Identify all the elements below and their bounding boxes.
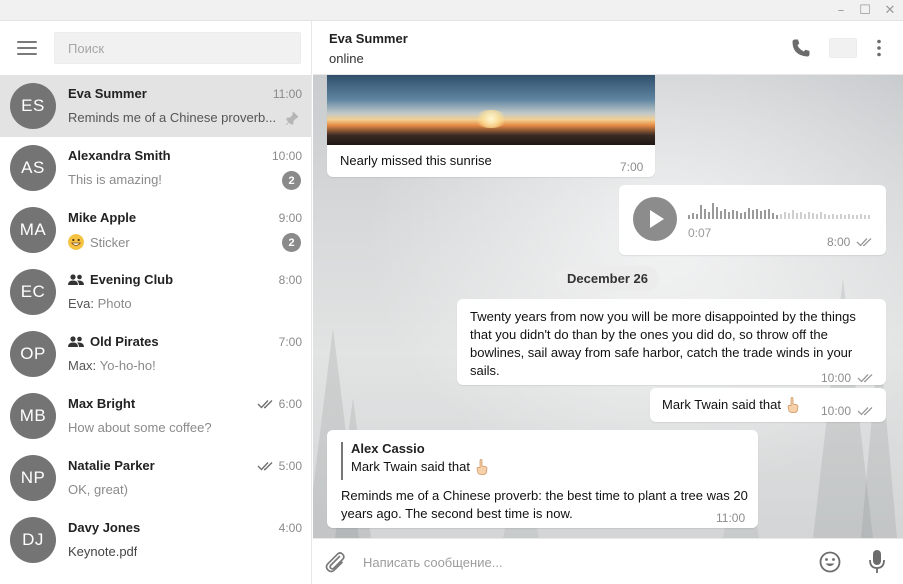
unread-badge: 2 [282,233,301,252]
minimize-button[interactable]: – [828,0,854,21]
chat-time: 4:00 [278,521,302,535]
reply-bar [341,442,343,480]
title-bar: – ☐ ✕ [0,0,903,21]
chat-time: 11:00 [272,87,302,101]
chat-name: Eva Summer [68,86,147,101]
play-button[interactable] [633,197,677,241]
pin-icon [286,112,298,125]
waveform[interactable] [688,201,878,221]
date-separator: December 26 [556,266,659,291]
grinning-face-icon [68,234,84,250]
chat-time: 10:00 [271,149,302,163]
chat-preview: How about some coffee? [68,420,212,435]
photo-message[interactable]: Nearly missed this sunrise 7:00 [327,75,655,177]
chat-name: Max Bright [68,396,136,411]
chat-preview: OK, great) [68,482,128,497]
maximize-button[interactable]: ☐ [852,0,878,21]
chat-list-item[interactable]: MA Mike Apple 9:00 Sticker 2 [0,199,311,261]
message-text: Twenty years from now you will be more d… [470,309,856,378]
conversation-header: Eva Summer online [313,21,903,75]
avatar: NP [10,455,56,501]
peer-name[interactable]: Eva Summer [329,31,408,46]
group-icon [68,273,84,285]
conversation-panel: Eva Summer online Nearly missed this sun… [313,21,903,584]
smile-icon[interactable] [819,551,841,573]
chat-time: 8:00 [278,273,302,287]
message-time: 10:00 [821,402,875,420]
message-text: Mark Twain said that [662,396,799,414]
avatar: OP [10,331,56,377]
chat-preview: This is amazing! [68,172,162,187]
double-check-icon [856,238,872,247]
message-text: Reminds me of a Chinese proverb: the bes… [341,488,748,521]
message-time: 11:00 [716,511,746,525]
hamburger-icon[interactable] [17,41,37,55]
avatar: DJ [10,517,56,563]
avatar: MB [10,393,56,439]
message-time: 10:00 [821,369,875,387]
chat-time: 6:00 [257,397,302,411]
chat-name: Old Pirates [68,334,159,349]
double-check-icon [857,374,873,383]
double-check-icon [257,462,273,471]
chat-name: Natalie Parker [68,458,155,473]
message-text: Nearly missed this sunrise [340,153,492,168]
chat-name: Davy Jones [68,520,141,535]
search-input[interactable] [54,32,301,64]
double-check-icon [857,407,873,416]
text-message[interactable]: Twenty years from now you will be more d… [457,299,886,385]
search-icon[interactable] [829,38,857,58]
avatar: EC [10,269,56,315]
double-check-icon [257,400,273,409]
chat-list: ES Eva Summer 11:00 Reminds me of a Chin… [0,75,311,571]
sunrise-photo[interactable] [327,75,655,145]
unread-badge: 2 [282,171,301,190]
avatar: ES [10,83,56,129]
chat-preview: Reminds me of a Chinese proverb... [68,110,277,125]
phone-icon[interactable] [791,38,811,58]
reply-author[interactable]: Alex Cassio [351,440,425,458]
paperclip-icon[interactable] [323,550,347,574]
chat-list-item[interactable]: OP Old Pirates 7:00 Max: Yo-ho-ho! [0,323,311,385]
message-time: 8:00 [827,233,874,251]
close-button[interactable]: ✕ [877,0,903,21]
chat-preview: Max: Yo-ho-ho! [68,358,156,373]
more-vertical-icon[interactable] [869,38,889,58]
voice-duration: 0:07 [688,226,712,240]
text-message[interactable]: Mark Twain said that 10:00 [650,388,886,422]
chat-name: Evening Club [68,272,173,287]
message-composer [313,538,903,584]
reply-quote[interactable]: Mark Twain said that [351,458,488,476]
microphone-icon[interactable] [868,549,886,575]
message-time: 7:00 [620,160,644,174]
chat-time: 5:00 [257,459,302,473]
chat-list-item[interactable]: AS Alexandra Smith 10:00 This is amazing… [0,137,311,199]
chat-list-item[interactable]: DJ Davy Jones 4:00 Keynote.pdf [0,509,311,571]
chat-preview: Eva: Photo [68,296,132,311]
avatar: AS [10,145,56,191]
chat-name: Alexandra Smith [68,148,171,163]
pointing-up-hand-icon [787,397,799,413]
reply-message[interactable]: Alex Cassio Mark Twain said that Reminds… [327,430,758,528]
message-input[interactable] [363,549,803,575]
chat-list-item[interactable]: EC Evening Club 8:00 Eva: Photo [0,261,311,323]
chat-time: 9:00 [278,211,302,225]
telegram-app-window: – ☐ ✕ ES Eva Summer 11:00 Reminds me of … [0,0,903,584]
chat-preview: Sticker [68,234,130,250]
chat-name: Mike Apple [68,210,137,225]
peer-status: online [329,51,364,66]
sidebar: ES Eva Summer 11:00 Reminds me of a Chin… [0,21,312,584]
sidebar-header [0,21,311,75]
group-icon [68,335,84,347]
chat-wallpaper: Nearly missed this sunrise 7:00 0:07 8:0… [313,75,903,538]
avatar: MA [10,207,56,253]
chat-list-item[interactable]: ES Eva Summer 11:00 Reminds me of a Chin… [0,75,311,137]
voice-message: 0:07 8:00 [619,185,886,255]
chat-list-item[interactable]: MB Max Bright 6:00 How about some coffee… [0,385,311,447]
chat-time: 7:00 [278,335,302,349]
chat-preview: Keynote.pdf [68,544,138,559]
chat-list-item[interactable]: NP Natalie Parker 5:00 OK, great) [0,447,311,509]
pointing-up-hand-icon [476,459,488,475]
